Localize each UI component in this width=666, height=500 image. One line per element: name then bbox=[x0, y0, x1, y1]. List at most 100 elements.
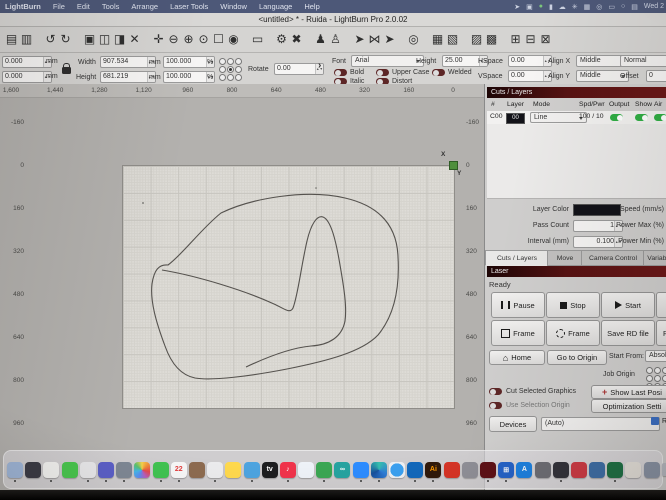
distribute-h-icon[interactable]: ▨ bbox=[469, 27, 484, 52]
dock-icon-outlook[interactable] bbox=[407, 462, 423, 478]
dock-icon-folder-blue[interactable] bbox=[589, 462, 605, 478]
cuts-layers-header[interactable]: Cuts / Layers bbox=[487, 87, 666, 98]
send-icon[interactable]: ➤ bbox=[352, 27, 367, 52]
dock-icon-system-settings[interactable] bbox=[644, 462, 660, 478]
dock-icon-keynote[interactable] bbox=[298, 462, 314, 478]
cut-selected-toggle[interactable] bbox=[489, 388, 502, 395]
dock-icon-mail[interactable] bbox=[80, 462, 96, 478]
anchorgrid-radio-7[interactable] bbox=[227, 74, 234, 81]
joborigin-radio-4[interactable] bbox=[654, 375, 661, 382]
start-from-select[interactable]: Absolute bbox=[645, 350, 666, 362]
menu-clock[interactable]: Wed 2 bbox=[644, 3, 664, 10]
anchorgrid-radio-1[interactable] bbox=[227, 58, 234, 65]
dock-icon-screenshot[interactable] bbox=[462, 462, 478, 478]
dock-icon-clock-app[interactable] bbox=[535, 462, 551, 478]
anchorgrid-radio-5[interactable] bbox=[235, 66, 242, 73]
layer-show-toggle[interactable] bbox=[635, 114, 648, 121]
zoom-out-icon[interactable]: ⊖ bbox=[166, 27, 181, 52]
anchorgrid-radio-0[interactable] bbox=[219, 58, 226, 65]
expand-chevron-icon[interactable]: › bbox=[318, 60, 321, 71]
battery-icon[interactable]: ▮ bbox=[549, 3, 553, 11]
dock-icon-music[interactable]: ♪ bbox=[280, 462, 296, 478]
joborigin-radio-0[interactable] bbox=[646, 367, 653, 374]
group-icon[interactable]: ⊞ bbox=[508, 27, 523, 52]
frame-rect-button[interactable]: Frame bbox=[491, 320, 545, 346]
font-select[interactable]: Arial bbox=[351, 55, 424, 67]
show-last-position-button[interactable]: +Show Last Posi bbox=[591, 385, 666, 399]
joborigin-radio-3[interactable] bbox=[646, 375, 653, 382]
dock-icon-weather[interactable] bbox=[244, 462, 260, 478]
paste-icon[interactable]: ▣ bbox=[82, 27, 97, 52]
anchorgrid-radio-6[interactable] bbox=[219, 74, 226, 81]
menu-item-window[interactable]: Window bbox=[214, 2, 253, 11]
height-field[interactable]: 681.219▲▼ bbox=[100, 71, 156, 83]
dock-icon-illustrator[interactable]: Ai bbox=[425, 462, 441, 478]
menu-item-language[interactable]: Language bbox=[253, 2, 298, 11]
delete-icon[interactable]: ✕ bbox=[127, 27, 142, 52]
dock-icon-utility[interactable] bbox=[116, 462, 132, 478]
stage-manager-icon[interactable]: ● bbox=[539, 3, 543, 10]
node-edit-icon[interactable]: ⊠ bbox=[538, 27, 553, 52]
dock-icon-brown-app[interactable] bbox=[189, 462, 205, 478]
multi-user-icon[interactable]: ♟ bbox=[313, 27, 328, 52]
anchorgrid-radio-8[interactable] bbox=[235, 74, 242, 81]
dock-icon-messages[interactable] bbox=[62, 462, 78, 478]
stop-button[interactable]: Stop bbox=[546, 292, 600, 318]
dock-icon-safari[interactable] bbox=[389, 462, 405, 478]
align-h-icon[interactable]: ▦ bbox=[430, 27, 445, 52]
dock-icon-facetime[interactable] bbox=[153, 462, 169, 478]
text-style-select[interactable]: Normal bbox=[620, 55, 666, 67]
dock-icon-launchpad[interactable] bbox=[25, 462, 41, 478]
column-header-air[interactable]: Air bbox=[654, 101, 662, 108]
asterisk-icon[interactable]: ✳ bbox=[572, 3, 578, 11]
dock-icon-flag-app[interactable] bbox=[571, 462, 587, 478]
save-icon[interactable]: ▤ bbox=[4, 27, 19, 52]
optimization-settings-button[interactable]: Optimization Setti bbox=[591, 399, 666, 413]
use-selection-origin-toggle[interactable] bbox=[489, 402, 502, 409]
anchor-grid[interactable] bbox=[218, 57, 242, 81]
home-button[interactable]: ⌂Home bbox=[489, 350, 545, 365]
menu-item-lightburn[interactable]: LightBurn bbox=[0, 2, 47, 11]
window-grid-icon[interactable]: ▦ bbox=[584, 3, 591, 11]
tab-camera-control[interactable]: Camera Control bbox=[581, 250, 645, 266]
tab-move[interactable]: Move bbox=[547, 250, 583, 266]
column-header-mode[interactable]: Mode bbox=[533, 101, 550, 108]
dock-icon-folder-dark[interactable] bbox=[553, 462, 569, 478]
hspace-field[interactable]: 0.00▲▼ bbox=[508, 55, 552, 67]
offset-field[interactable]: 0▲▼ bbox=[646, 70, 666, 82]
ypos-field[interactable]: 0.000▲▼ bbox=[2, 71, 52, 83]
duplicate-icon[interactable]: ◨ bbox=[112, 27, 127, 52]
user-icon[interactable]: ♙ bbox=[328, 27, 343, 52]
dock-icon-zoom[interactable] bbox=[353, 462, 369, 478]
canvas-area[interactable]: 1,6001,4401,2801,1209608006404803201600 … bbox=[0, 84, 484, 500]
column-header-output[interactable]: Output bbox=[609, 101, 629, 108]
device-auto-select[interactable]: (Auto) bbox=[541, 417, 660, 431]
start-button[interactable]: Start bbox=[601, 292, 655, 318]
anchorgrid-radio-2[interactable] bbox=[235, 58, 242, 65]
width-field[interactable]: 907.534▲▼ bbox=[100, 56, 156, 68]
frame-rubber-button[interactable]: Frame bbox=[546, 320, 600, 346]
distribute-v-icon[interactable]: ▩ bbox=[484, 27, 499, 52]
dock-icon-teams[interactable] bbox=[98, 462, 114, 478]
mirror-icon[interactable]: ⋈ bbox=[367, 27, 382, 52]
redo-icon[interactable]: ↻ bbox=[58, 27, 73, 52]
interval-field[interactable]: 0.100▲▼ bbox=[573, 236, 623, 248]
dock-icon-reminders[interactable] bbox=[207, 462, 223, 478]
dock-icon-photos[interactable] bbox=[134, 462, 150, 478]
dock-icon-acrobat[interactable] bbox=[444, 462, 460, 478]
send-laser-icon[interactable]: ➤ bbox=[382, 27, 397, 52]
dock-icon-apple-tv[interactable]: tv bbox=[262, 462, 278, 478]
shape-outer-path[interactable] bbox=[152, 194, 399, 378]
laser-header[interactable]: Laser bbox=[487, 266, 666, 277]
dock-icon-numbers[interactable] bbox=[316, 462, 332, 478]
menu-item-edit[interactable]: Edit bbox=[71, 2, 96, 11]
drawing-shape[interactable] bbox=[0, 84, 484, 500]
dock-icon-loom[interactable]: ∞ bbox=[334, 462, 350, 478]
machine-settings-icon[interactable]: ✖ bbox=[289, 27, 304, 52]
battery-pct-icon[interactable]: ▭ bbox=[608, 3, 615, 11]
run-button-partial[interactable]: R bbox=[656, 320, 666, 346]
preview-icon[interactable]: ▭ bbox=[250, 27, 265, 52]
layer-list-empty[interactable] bbox=[487, 124, 666, 199]
device-chip[interactable]: Ruida bbox=[651, 417, 666, 425]
menu-item-help[interactable]: Help bbox=[298, 2, 325, 11]
